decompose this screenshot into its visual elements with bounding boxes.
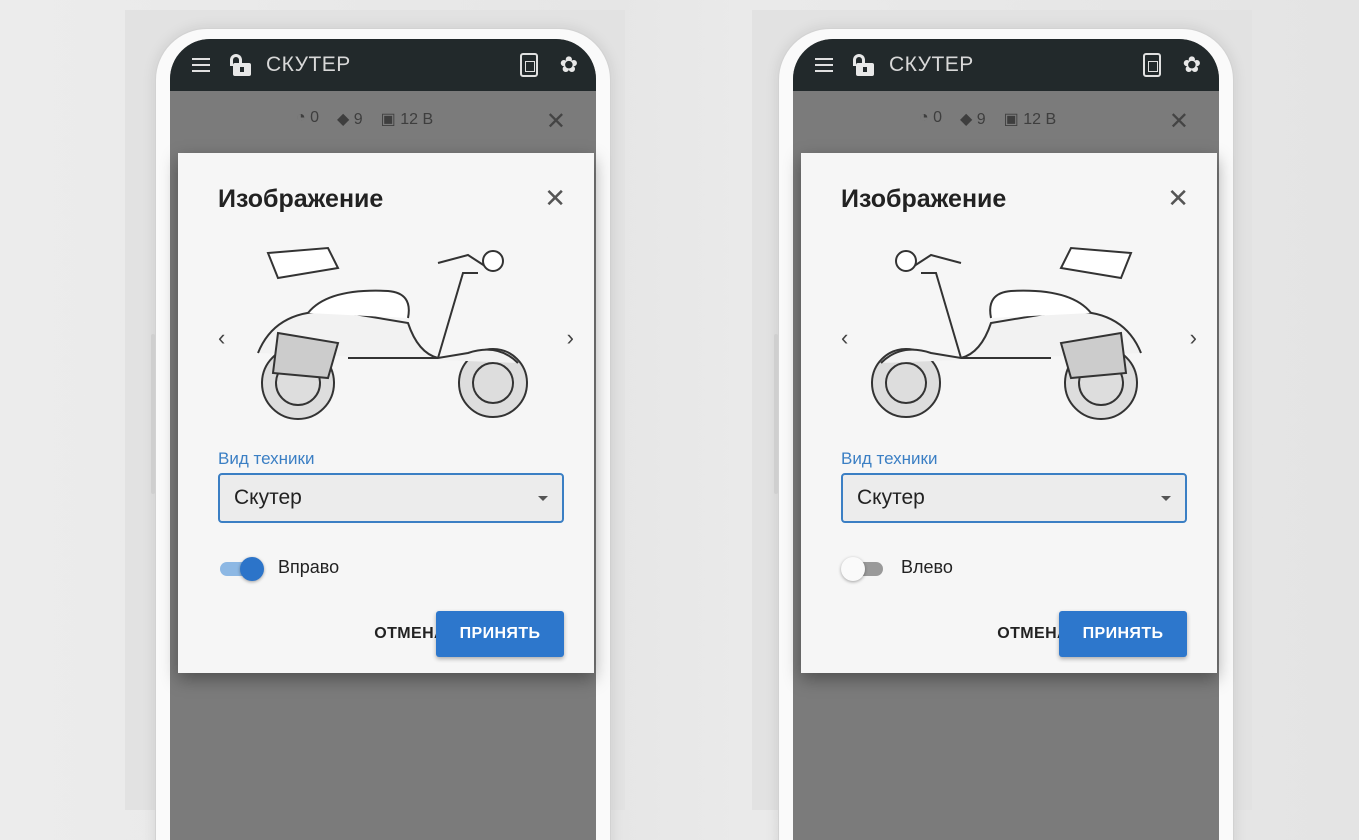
- signal-value: 9: [353, 111, 363, 128]
- tools-icon[interactable]: ✕: [546, 107, 566, 136]
- menu-icon[interactable]: [192, 58, 214, 72]
- phone-side-button: [774, 334, 778, 494]
- unlock-icon[interactable]: [853, 54, 875, 76]
- battery-value: 12 В: [1023, 111, 1057, 128]
- odometer-value: 0: [310, 109, 320, 126]
- image-dialog: Изображение ✕ ‹ › Вид техники Скутер Вле…: [801, 153, 1217, 673]
- vehicle-type-label: Вид техники: [841, 449, 938, 468]
- unlock-icon[interactable]: [230, 54, 252, 76]
- odometer-stat: ◔ 0: [296, 109, 320, 126]
- app-title: СКУТЕР: [889, 53, 974, 76]
- vehicle-type-label: Вид техники: [218, 449, 315, 468]
- app-bar: СКУТЕР ✿: [170, 39, 596, 91]
- vehicle-type-value: Скутер: [857, 486, 925, 509]
- app-bar: СКУТЕР ✿: [793, 39, 1219, 91]
- sim-card-icon[interactable]: [519, 53, 538, 77]
- chevron-right-icon[interactable]: ›: [1190, 325, 1197, 351]
- dialog-title: Изображение: [841, 185, 1007, 213]
- gear-icon[interactable]: ✿: [1183, 54, 1201, 76]
- vehicle-type-value: Скутер: [234, 486, 302, 509]
- accept-button[interactable]: ПРИНЯТЬ: [436, 611, 564, 657]
- image-dialog: Изображение ✕ ‹ › Вид техники Скутер Впр…: [178, 153, 594, 673]
- accept-button[interactable]: ПРИНЯТЬ: [1059, 611, 1187, 657]
- chevron-right-icon[interactable]: ›: [567, 325, 574, 351]
- direction-label: Влево: [901, 557, 953, 577]
- signal-value: 9: [976, 111, 986, 128]
- direction-label: Вправо: [278, 557, 340, 577]
- vehicle-type-select[interactable]: Скутер: [841, 473, 1187, 523]
- vehicle-type-select[interactable]: Скутер: [218, 473, 564, 523]
- scooter-illustration: [257, 246, 528, 420]
- battery-stat: ▣ 12 В: [1003, 111, 1057, 128]
- chevron-left-icon[interactable]: ‹: [841, 325, 848, 351]
- close-icon[interactable]: ✕: [544, 183, 566, 214]
- chevron-left-icon[interactable]: ‹: [218, 325, 225, 351]
- sim-card-icon[interactable]: [1142, 53, 1161, 77]
- chevron-down-icon: [1161, 495, 1171, 501]
- gear-icon[interactable]: ✿: [560, 54, 578, 76]
- chevron-down-icon: [538, 495, 548, 501]
- battery-stat: ▣ 12 В: [380, 111, 434, 128]
- direction-toggle[interactable]: [218, 557, 264, 581]
- battery-value: 12 В: [400, 111, 434, 128]
- dialog-title: Изображение: [218, 185, 384, 213]
- phone-side-button: [151, 334, 155, 494]
- scooter-illustration: [871, 246, 1142, 420]
- menu-icon[interactable]: [815, 58, 837, 72]
- signal-stat: ◆ 9: [960, 111, 986, 128]
- app-title: СКУТЕР: [266, 53, 351, 76]
- odometer-value: 0: [933, 109, 943, 126]
- direction-toggle[interactable]: [841, 557, 887, 581]
- close-icon[interactable]: ✕: [1167, 183, 1189, 214]
- tools-icon[interactable]: ✕: [1169, 107, 1189, 136]
- signal-stat: ◆ 9: [337, 111, 363, 128]
- odometer-stat: ◔ 0: [919, 109, 943, 126]
